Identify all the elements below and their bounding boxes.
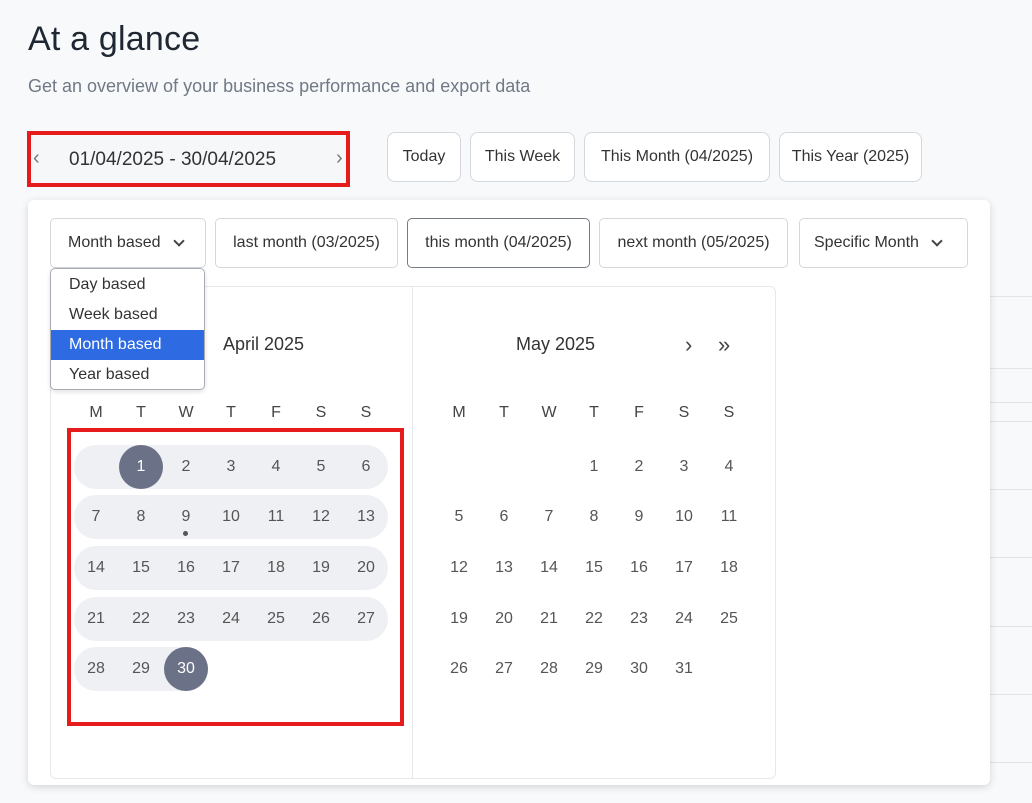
day-cell[interactable]: 24: [662, 597, 706, 641]
highlight-annotation: [67, 428, 404, 726]
this-month-button[interactable]: This Month (04/2025): [584, 132, 770, 182]
next-month-button[interactable]: next month (05/2025): [599, 218, 788, 268]
day-cell[interactable]: 28: [527, 647, 571, 691]
specific-month-label: Specific Month: [814, 234, 919, 251]
weekday-header: T: [226, 404, 236, 421]
calendar-divider: [412, 287, 413, 778]
day-cell[interactable]: 23: [617, 597, 661, 641]
day-cell[interactable]: 20: [482, 597, 526, 641]
day-cell[interactable]: 25: [707, 597, 751, 641]
weekday-header: W: [541, 404, 557, 421]
dropdown-option-day[interactable]: Day based: [51, 270, 204, 300]
day-cell[interactable]: 12: [437, 546, 481, 590]
day-cell[interactable]: 9: [617, 495, 661, 539]
page-subtitle: Get an overview of your business perform…: [28, 76, 531, 96]
chevron-down-icon: [172, 234, 185, 247]
mode-dropdown-menu: Day based Week based Month based Year ba…: [50, 268, 205, 390]
day-cell[interactable]: 4: [707, 445, 751, 489]
day-cell[interactable]: 13: [482, 546, 526, 590]
chevron-left-icon[interactable]: ‹: [33, 147, 40, 170]
day-cell[interactable]: 18: [707, 546, 751, 590]
day-cell[interactable]: 2: [617, 445, 661, 489]
day-cell[interactable]: 14: [527, 546, 571, 590]
date-range-value: 01/04/2025 - 30/04/2025: [69, 149, 277, 170]
background-divider: [990, 557, 1032, 558]
day-cell[interactable]: 16: [617, 546, 661, 590]
this-year-button[interactable]: This Year (2025): [779, 132, 922, 182]
background-divider: [990, 489, 1032, 490]
mode-select-label: Month based: [68, 234, 161, 251]
date-range-field[interactable]: ‹ 01/04/2025 - 30/04/2025 ›: [27, 131, 350, 187]
dropdown-option-week[interactable]: Week based: [51, 300, 204, 330]
day-cell[interactable]: 7: [527, 495, 571, 539]
weekday-header: T: [589, 404, 599, 421]
day-cell[interactable]: 17: [662, 546, 706, 590]
weekday-header: S: [678, 404, 690, 421]
weekday-header: S: [315, 404, 327, 421]
day-cell[interactable]: 30: [617, 647, 661, 691]
weekday-header: T: [136, 404, 146, 421]
today-button[interactable]: Today: [387, 132, 461, 182]
dropdown-option-year[interactable]: Year based: [51, 360, 204, 390]
day-cell[interactable]: 10: [662, 495, 706, 539]
day-cell[interactable]: 1: [572, 445, 616, 489]
chevron-right-icon[interactable]: ›: [336, 147, 343, 170]
weekday-header: S: [360, 404, 372, 421]
specific-month-select[interactable]: Specific Month: [799, 218, 968, 268]
day-cell[interactable]: 27: [482, 647, 526, 691]
day-cell[interactable]: 22: [572, 597, 616, 641]
weekday-header: W: [178, 404, 194, 421]
right-month-title: May 2025: [516, 334, 596, 354]
weekday-header: T: [499, 404, 509, 421]
background-divider: [990, 421, 1032, 422]
day-cell[interactable]: 29: [572, 647, 616, 691]
day-cell[interactable]: 3: [662, 445, 706, 489]
page-title: At a glance: [28, 20, 201, 58]
background-divider: [990, 762, 1032, 763]
background-divider: [990, 402, 1032, 403]
background-divider: [990, 296, 1032, 297]
background-divider: [990, 626, 1032, 627]
day-cell[interactable]: 8: [572, 495, 616, 539]
day-cell[interactable]: 11: [707, 495, 751, 539]
day-cell[interactable]: 15: [572, 546, 616, 590]
dropdown-option-month[interactable]: Month based: [51, 330, 204, 360]
this-month-option-button[interactable]: this month (04/2025): [407, 218, 590, 268]
left-month-title: April 2025: [223, 334, 305, 354]
day-cell[interactable]: 21: [527, 597, 571, 641]
weekday-header: S: [723, 404, 735, 421]
weekday-header: M: [452, 404, 466, 421]
background-divider: [990, 694, 1032, 695]
weekday-header: F: [271, 404, 281, 421]
day-cell[interactable]: 5: [437, 495, 481, 539]
chevron-down-icon: [931, 234, 943, 247]
day-cell[interactable]: 31: [662, 647, 706, 691]
mode-select[interactable]: Month based: [50, 218, 206, 268]
day-cell[interactable]: 26: [437, 647, 481, 691]
day-cell[interactable]: 19: [437, 597, 481, 641]
background-divider: [990, 368, 1032, 369]
this-week-button[interactable]: This Week: [470, 132, 575, 182]
last-month-button[interactable]: last month (03/2025): [215, 218, 398, 268]
weekday-header: M: [89, 404, 103, 421]
chevron-right-icon[interactable]: ›: [685, 334, 692, 356]
day-cell[interactable]: 6: [482, 495, 526, 539]
double-chevron-right-icon[interactable]: »: [718, 334, 730, 356]
weekday-header: F: [634, 404, 644, 421]
